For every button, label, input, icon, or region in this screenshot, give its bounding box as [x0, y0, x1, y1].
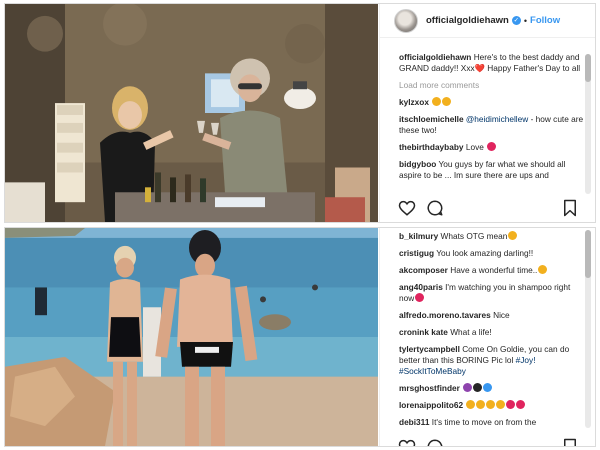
username[interactable]: officialgoldiehawn	[426, 15, 509, 26]
comment-username[interactable]: mrsghostfinder	[399, 383, 460, 393]
comment-list: b_kilmury Whats OTG mean cristigug You lo…	[399, 231, 585, 427]
comment-list: officialgoldiehawn Here's to the best da…	[399, 52, 585, 192]
separator: •	[523, 15, 528, 26]
comment-item: debi311 It's time to move on from the	[399, 417, 585, 427]
comment-text: You look amazing darling!!	[436, 248, 534, 258]
comment-item: lorenaippolito62	[399, 400, 585, 411]
comment-item: alfredo.moreno.tavares Nice	[399, 310, 585, 321]
emoji-icon	[476, 400, 486, 409]
comment-text: Nice	[493, 310, 510, 320]
instagram-post-2: b_kilmury Whats OTG mean cristigug You lo…	[4, 227, 596, 447]
comment-username[interactable]: ang40paris	[399, 282, 443, 292]
comment-mention-link[interactable]: @heidimichellew	[466, 114, 528, 124]
heart-icon[interactable]	[398, 199, 416, 217]
caption-username[interactable]: officialgoldiehawn	[399, 52, 471, 62]
comment-text: Whats OTG mean	[440, 231, 508, 241]
emoji-icon	[463, 383, 473, 392]
comment-item: ang40paris I'm watching you in shampoo r…	[399, 282, 585, 304]
comment-username[interactable]: itschloemichelle	[399, 114, 464, 124]
emoji-icon	[483, 383, 493, 392]
emoji-icon	[487, 142, 497, 151]
comment-icon[interactable]	[426, 438, 444, 446]
follow-button[interactable]: Follow	[530, 15, 560, 26]
avatar[interactable]	[394, 8, 418, 33]
emoji-icon	[496, 400, 506, 409]
scrollbar-thumb[interactable]	[585, 54, 591, 82]
bookmark-icon[interactable]	[561, 199, 579, 217]
comment-username[interactable]: cristigug	[399, 248, 434, 258]
emoji-icon	[442, 97, 452, 106]
emoji-icon	[506, 400, 516, 409]
comment-text: Love	[465, 142, 487, 152]
comment-username[interactable]: b_kilmury	[399, 231, 438, 241]
beach-scene-image	[5, 228, 378, 446]
post-photo-toast[interactable]	[5, 4, 378, 222]
comment-text: Have a wonderful time..	[450, 265, 538, 275]
comment-item: bidgyboo You guys by far what we should …	[399, 159, 585, 181]
scrollbar-thumb[interactable]	[585, 230, 591, 278]
post-actions	[398, 199, 579, 217]
comment-item: b_kilmury Whats OTG mean	[399, 231, 585, 242]
toast-scene-image	[5, 4, 378, 222]
comment-username[interactable]: alfredo.moreno.tavares	[399, 310, 491, 320]
comment-item: mrsghostfinder	[399, 383, 585, 394]
comment-username[interactable]: thebirthdaybaby	[399, 142, 464, 152]
instagram-post-1: officialgoldiehawn ✓ • Follow officialgo…	[4, 3, 596, 223]
comment-item: akcomposer Have a wonderful time..	[399, 265, 585, 276]
emoji-icon	[415, 293, 425, 302]
emoji-icon	[432, 97, 442, 106]
comment-username[interactable]: cronink kate	[399, 327, 448, 337]
emoji-icon	[508, 231, 518, 240]
comments-scrollbar[interactable]	[585, 230, 591, 428]
comment-item: cristigug You look amazing darling!!	[399, 248, 585, 259]
comment-item: itschloemichelle @heidimichellew - how c…	[399, 114, 585, 136]
emoji-icon	[538, 265, 548, 274]
comment-item: tylertycampbell Come On Goldie, you can …	[399, 344, 585, 377]
comment-username[interactable]: tylertycampbell	[399, 344, 460, 354]
post-actions	[398, 438, 579, 446]
comment-item: cronink kate What a life!	[399, 327, 585, 338]
emoji-icon	[466, 400, 476, 409]
comment-username[interactable]: akcomposer	[399, 265, 448, 275]
comment-username[interactable]: lorenaippolito62	[399, 400, 463, 410]
comment-icon[interactable]	[426, 199, 444, 217]
comment-username[interactable]: debi311	[399, 417, 429, 427]
emoji-icon	[486, 400, 496, 409]
comment-text: What a life!	[450, 327, 492, 337]
verified-badge-icon: ✓	[511, 16, 521, 25]
emoji-icon	[516, 400, 526, 409]
comment-item: kylzxox	[399, 97, 585, 108]
comment-item: thebirthdaybaby Love	[399, 142, 585, 153]
comment-text: It's time to move on from the	[431, 417, 537, 427]
post-side-panel: b_kilmury Whats OTG mean cristigug You lo…	[379, 228, 595, 446]
comments-scrollbar[interactable]	[585, 54, 591, 194]
emoji-icon	[473, 383, 483, 392]
load-more-comments-link[interactable]: Load more comments	[399, 80, 585, 91]
comment-username[interactable]: bidgyboo	[399, 159, 436, 169]
heart-icon[interactable]	[398, 438, 416, 446]
post-side-panel: officialgoldiehawn ✓ • Follow officialgo…	[379, 4, 595, 222]
post-header: officialgoldiehawn ✓ • Follow	[380, 4, 595, 38]
post-photo-beach[interactable]	[5, 228, 378, 446]
caption: officialgoldiehawn Here's to the best da…	[399, 52, 585, 74]
bookmark-icon[interactable]	[561, 438, 579, 446]
comment-username[interactable]: kylzxox	[399, 97, 429, 107]
